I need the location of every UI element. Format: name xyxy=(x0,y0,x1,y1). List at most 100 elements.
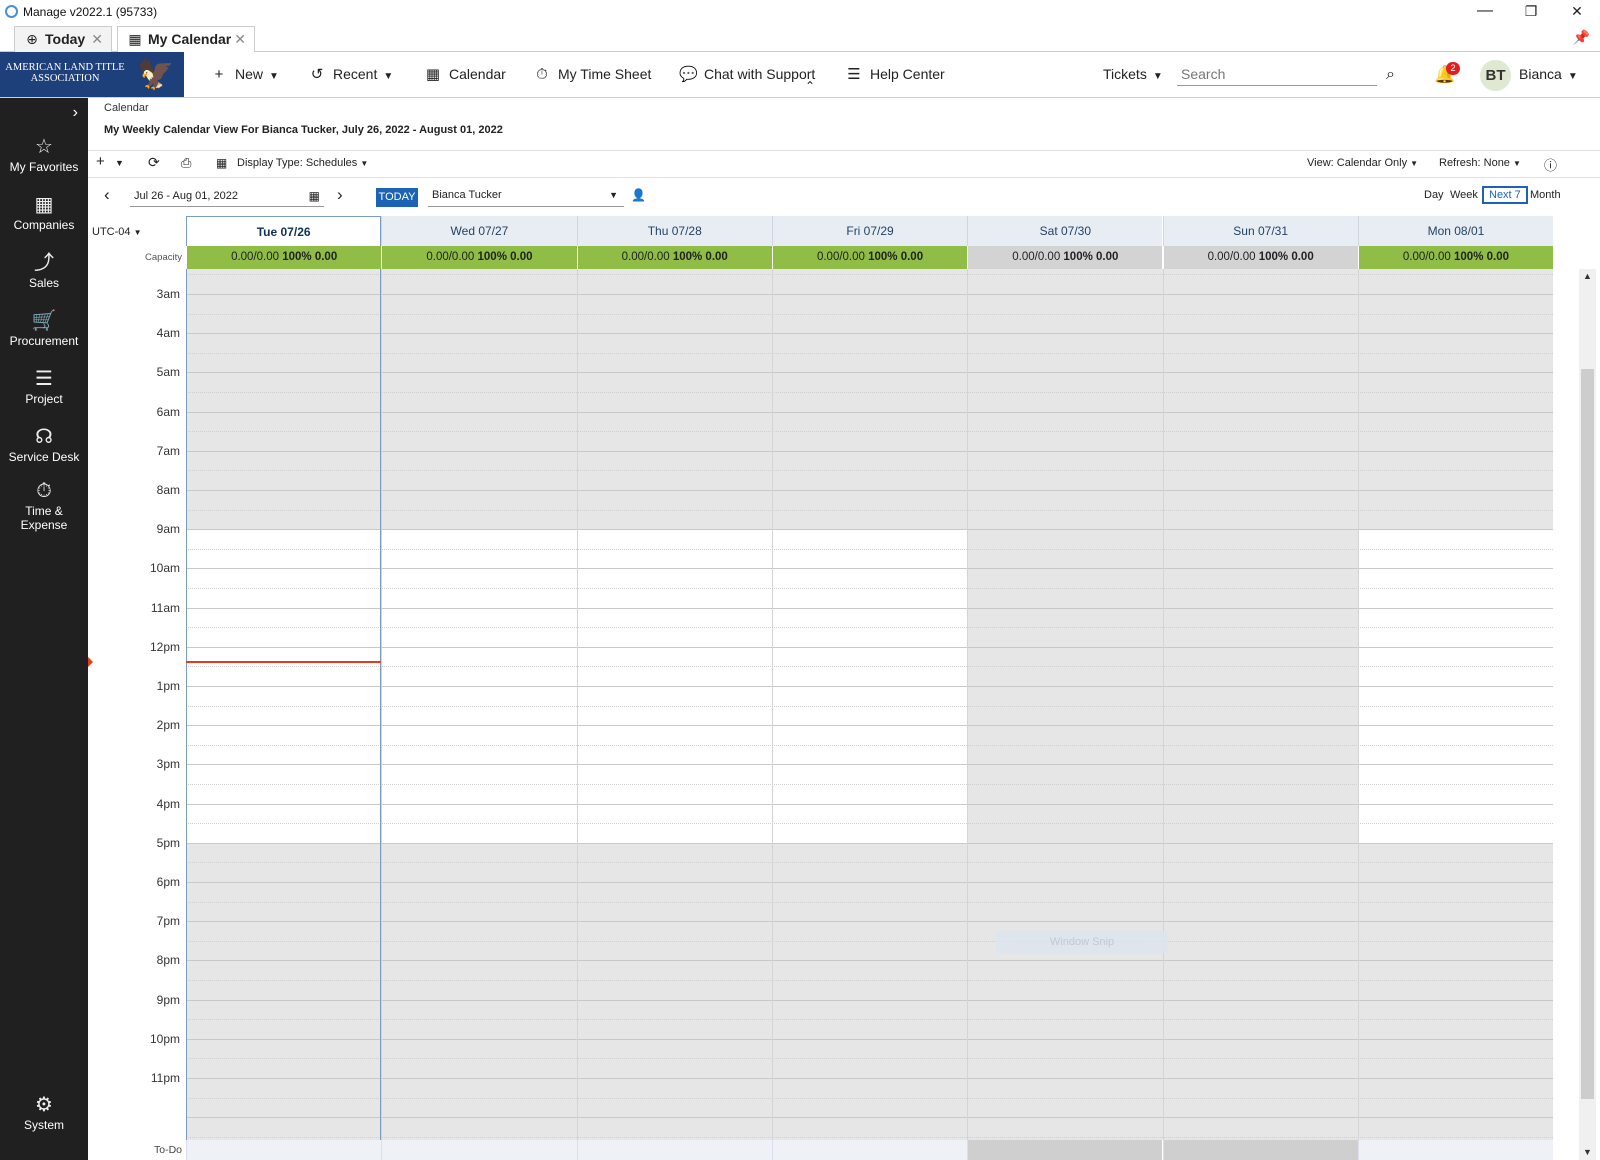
help-list-icon: ☰ xyxy=(847,66,861,83)
pin-icon[interactable]: 📌 xyxy=(1573,29,1590,46)
view-next7-button[interactable]: Next 7 xyxy=(1482,186,1528,204)
search-input[interactable] xyxy=(1177,62,1377,86)
next-week-icon[interactable]: › xyxy=(337,185,343,205)
sidebar-item-time-expense[interactable]: ⏱ Time & Expense xyxy=(0,478,88,532)
building-icon: ▦ xyxy=(34,194,54,216)
display-type-dropdown[interactable]: Display Type: Schedules ▼ xyxy=(237,157,368,169)
view-dropdown[interactable]: View: Calendar Only ▼ xyxy=(1307,157,1418,169)
hour-line xyxy=(186,921,1553,923)
hour-line xyxy=(186,725,1553,727)
sidebar-item-sales[interactable]: ⤴ Sales xyxy=(0,250,88,290)
sidebar-item-service-desk[interactable]: ☊ Service Desk xyxy=(0,424,88,464)
todo-cell[interactable] xyxy=(1162,1140,1358,1160)
half-hour-line xyxy=(186,1058,1553,1060)
todo-cell[interactable] xyxy=(576,1140,772,1160)
todo-cell[interactable] xyxy=(771,1140,968,1160)
history-icon: ↺ xyxy=(310,66,324,83)
date-range-field[interactable]: Jul 26 - Aug 01, 2022 ▦ xyxy=(130,186,324,207)
day-header[interactable]: Fri 07/29 xyxy=(771,216,968,246)
todo-cell[interactable] xyxy=(1357,1140,1554,1160)
time-slot-grid[interactable] xyxy=(186,269,1554,1140)
todo-cell[interactable] xyxy=(967,1140,1163,1160)
half-hour-line xyxy=(186,744,1553,746)
day-header[interactable]: Sun 07/31 xyxy=(1162,216,1358,246)
sidebar-item-my-favorites[interactable]: ☆ My Favorites xyxy=(0,134,88,174)
capacity-percent: 100% 0.00 xyxy=(282,251,338,263)
chevron-down-icon[interactable]: ▼ xyxy=(115,158,124,168)
refresh-dropdown[interactable]: Refresh: None ▼ xyxy=(1439,157,1521,169)
scrollbar-thumb[interactable] xyxy=(1581,369,1594,1099)
breadcrumb[interactable]: Calendar xyxy=(104,102,149,114)
tickets-menu-button[interactable]: Tickets ▼ xyxy=(1103,52,1163,97)
hour-line xyxy=(186,607,1553,609)
time-label: 11pm xyxy=(150,1071,180,1085)
capacity-percent: 100% 0.00 xyxy=(1454,251,1510,263)
day-header[interactable]: Tue 07/26 xyxy=(186,216,382,246)
tickets-label: Tickets xyxy=(1103,66,1147,82)
hour-line xyxy=(186,1078,1553,1079)
tab-strip: ⊕ Today ✕ ▦ My Calendar ✕ 📌 xyxy=(0,24,1600,53)
todo-row: To-Do xyxy=(88,1140,1600,1160)
print-icon[interactable]: ⎙ xyxy=(181,155,191,171)
sidebar-item-procurement[interactable]: 🛒 Procurement xyxy=(0,308,88,348)
recent-menu-button[interactable]: ↺ Recent ▼ xyxy=(308,52,394,97)
chat-icon: 💬 xyxy=(679,66,698,83)
calendar-scrollbar[interactable]: ▲ ▼ xyxy=(1555,269,1600,1160)
today-button[interactable]: TODAY xyxy=(376,188,418,207)
view-day-button[interactable]: Day xyxy=(1424,189,1444,201)
day-header[interactable]: Thu 07/28 xyxy=(576,216,772,246)
todo-label: To-Do xyxy=(153,1144,182,1156)
view-week-button[interactable]: Week xyxy=(1450,189,1478,201)
member-select[interactable]: Bianca Tucker ▼ xyxy=(428,186,624,207)
calendar-picker-icon[interactable]: ▦ xyxy=(309,189,320,203)
close-window-button[interactable]: ✕ xyxy=(1554,0,1600,24)
hour-line xyxy=(186,999,1553,1001)
time-label: 5pm xyxy=(156,835,180,850)
minimize-button[interactable]: — xyxy=(1462,0,1508,24)
expand-sidebar-icon[interactable]: › xyxy=(0,104,88,122)
capacity-cell: 0.00/0.00 100% 0.00 xyxy=(576,246,772,269)
chat-support-button[interactable]: 💬 Chat with Support xyxy=(679,52,815,97)
person-icon[interactable]: 👤 xyxy=(631,188,646,202)
sidebar-item-project[interactable]: ☰ Project xyxy=(0,366,88,406)
half-hour-line xyxy=(186,666,1553,668)
sidebar-item-companies[interactable]: ▦ Companies xyxy=(0,192,88,232)
half-hour-line xyxy=(186,470,1553,472)
help-label: Help Center xyxy=(870,66,945,82)
sidebar-item-label: Procurement xyxy=(9,334,79,348)
view-month-button[interactable]: Month xyxy=(1530,189,1561,201)
day-column-divider xyxy=(1162,269,1164,1140)
previous-week-icon[interactable]: ‹ xyxy=(104,185,110,205)
help-center-button[interactable]: ☰ Help Center xyxy=(845,52,945,97)
search-icon[interactable]: ⌕ xyxy=(1386,52,1395,97)
todo-cell[interactable] xyxy=(381,1140,577,1160)
tab-my-calendar-close-icon[interactable]: ✕ xyxy=(234,27,246,51)
capacity-hours: 0.00/0.00 xyxy=(1012,251,1064,263)
add-icon[interactable]: + xyxy=(96,153,105,170)
capacity-hours: 0.00/0.00 xyxy=(816,251,869,263)
time-label: 8am xyxy=(156,483,180,497)
half-hour-line xyxy=(186,274,1553,276)
maximize-button[interactable]: ❐ xyxy=(1508,0,1554,24)
day-header[interactable]: Mon 08/01 xyxy=(1357,216,1554,246)
help-icon[interactable]: ⓘ xyxy=(1544,155,1557,174)
refresh-icon[interactable]: ⟳ xyxy=(148,154,160,171)
tab-my-calendar[interactable]: ▦ My Calendar ✕ xyxy=(117,26,255,53)
company-logo[interactable]: AMERICAN LAND TITLE ASSOCIATION 🦅 xyxy=(0,52,184,97)
scroll-up-icon[interactable]: ▲ xyxy=(1581,271,1594,281)
tab-today-close-icon[interactable]: ✕ xyxy=(91,27,103,51)
avatar[interactable]: BT xyxy=(1480,60,1511,91)
time-sheet-nav-button[interactable]: ⏱ My Time Sheet xyxy=(533,52,651,97)
day-header[interactable]: Sat 07/30 xyxy=(967,216,1163,246)
user-menu-button[interactable]: Bianca ▼ xyxy=(1519,52,1578,97)
calendar-grid: UTC-04 ▼ Tue 07/26 Wed 07/27 Thu 07/28 Fri … xyxy=(88,216,1600,1160)
todo-cell[interactable] xyxy=(186,1140,382,1160)
day-header[interactable]: Wed 07/27 xyxy=(381,216,577,246)
new-menu-button[interactable]: + New ▼ xyxy=(210,52,279,97)
sidebar-item-system[interactable]: ⚙ System xyxy=(0,1092,88,1132)
timezone-selector[interactable]: UTC-04 ▼ xyxy=(92,226,142,238)
tab-today[interactable]: ⊕ Today ✕ xyxy=(14,26,112,52)
collapse-header-icon[interactable]: ⌃ xyxy=(805,76,815,96)
calendar-nav-button[interactable]: ▦ Calendar xyxy=(424,52,506,97)
sidebar-item-label: Service Desk xyxy=(8,450,80,464)
